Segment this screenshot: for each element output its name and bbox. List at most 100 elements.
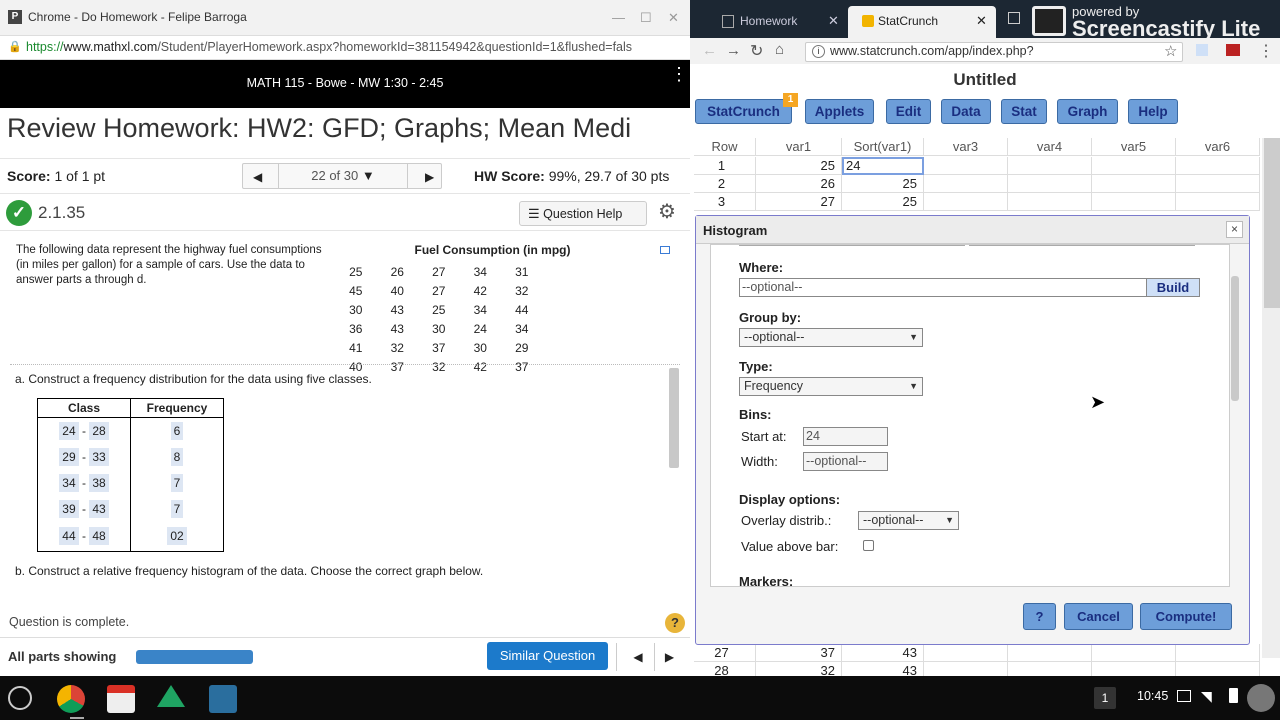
- overlay-select[interactable]: --optional-- ▼: [858, 511, 959, 530]
- extension-icon[interactable]: [1196, 44, 1208, 56]
- grid-cell[interactable]: [1176, 175, 1260, 193]
- maximize-icon[interactable]: ☐: [640, 10, 652, 26]
- column-header[interactable]: var1: [756, 138, 842, 156]
- url-bar[interactable]: 🔒 https://www.mathxl.com/Student/PlayerH…: [0, 36, 690, 60]
- grid-cell[interactable]: 25: [842, 175, 924, 193]
- menu-statcrunch[interactable]: StatCrunch: [695, 99, 792, 124]
- dialog-help-button[interactable]: ?: [1023, 603, 1056, 630]
- grid-cell[interactable]: [924, 157, 1008, 175]
- address-input[interactable]: i www.statcrunch.com/app/index.php?: [805, 42, 1183, 62]
- cancel-button[interactable]: Cancel: [1064, 603, 1133, 630]
- row-number[interactable]: 1: [694, 157, 756, 175]
- clock[interactable]: 10:45: [1137, 689, 1168, 703]
- grid-cell[interactable]: [924, 193, 1008, 211]
- menu-stat[interactable]: Stat: [1001, 99, 1047, 124]
- grid-cell[interactable]: [1092, 175, 1176, 193]
- row-number[interactable]: 28: [694, 662, 756, 676]
- grid-cell[interactable]: [1008, 644, 1092, 662]
- tab-statcrunch[interactable]: StatCrunch ✕: [848, 6, 996, 38]
- minimize-icon[interactable]: —: [612, 10, 625, 25]
- grid-cell[interactable]: [924, 662, 1008, 676]
- tab-homework[interactable]: Homework ✕: [700, 6, 848, 38]
- build-button[interactable]: Build: [1146, 278, 1200, 297]
- browser-menu-icon[interactable]: ⋮: [1258, 41, 1274, 61]
- chrome-icon[interactable]: [57, 685, 85, 713]
- wifi-icon[interactable]: ◥: [1201, 688, 1212, 705]
- more-menu-icon[interactable]: ⋮: [670, 65, 688, 83]
- grid-cell[interactable]: 26: [756, 175, 842, 193]
- home-icon[interactable]: ⌂: [775, 41, 784, 58]
- screencastify-extension-icon[interactable]: [1226, 44, 1240, 56]
- close-icon[interactable]: ✕: [668, 10, 679, 26]
- gear-icon[interactable]: ⚙: [658, 199, 676, 224]
- prev-question-icon[interactable]: ◀: [253, 170, 262, 184]
- type-select[interactable]: Frequency ▼: [739, 377, 923, 396]
- prev-part-icon[interactable]: ◀: [623, 643, 653, 671]
- row-number[interactable]: 3: [694, 193, 756, 211]
- menu-help[interactable]: Help: [1128, 99, 1178, 124]
- similar-question-button[interactable]: Similar Question: [487, 642, 608, 670]
- menu-graph[interactable]: Graph: [1057, 99, 1118, 124]
- next-question-icon[interactable]: ▶: [425, 170, 434, 184]
- grid-cell[interactable]: [1008, 662, 1092, 676]
- grid-cell[interactable]: 43: [842, 644, 924, 662]
- column-header[interactable]: var3: [924, 138, 1008, 156]
- scrollbar-thumb[interactable]: [1264, 138, 1280, 308]
- calculator-icon[interactable]: [209, 685, 237, 713]
- star-icon[interactable]: ☆: [1164, 42, 1177, 60]
- reload-icon[interactable]: ↻: [750, 41, 763, 61]
- grid-cell[interactable]: [924, 175, 1008, 193]
- grid-cell[interactable]: [1176, 193, 1260, 211]
- grid-cell[interactable]: 37: [756, 644, 842, 662]
- grid-cell[interactable]: [1008, 157, 1092, 175]
- close-tab-icon[interactable]: ✕: [828, 13, 839, 29]
- cast-icon[interactable]: [1177, 690, 1191, 702]
- gmail-icon[interactable]: [107, 685, 135, 713]
- battery-icon[interactable]: [1229, 688, 1238, 703]
- column-header[interactable]: var4: [1008, 138, 1092, 156]
- question-select[interactable]: 22 of 30 ▼: [278, 164, 408, 188]
- dialog-scrollbar[interactable]: [1231, 276, 1239, 401]
- grid-cell[interactable]: [1092, 157, 1176, 175]
- grid-cell[interactable]: [1008, 175, 1092, 193]
- grid-cell[interactable]: 32: [756, 662, 842, 676]
- drive-icon[interactable]: [157, 685, 185, 707]
- grid-cell[interactable]: 25: [842, 193, 924, 211]
- grid-cell[interactable]: [1092, 644, 1176, 662]
- group-by-select[interactable]: --optional-- ▼: [739, 328, 923, 347]
- new-tab-icon[interactable]: [1008, 12, 1020, 24]
- column-header[interactable]: var6: [1176, 138, 1260, 156]
- grid-cell[interactable]: [1176, 157, 1260, 175]
- next-part-icon[interactable]: ▶: [654, 643, 684, 671]
- notification-count[interactable]: 1: [1094, 687, 1116, 709]
- forward-icon[interactable]: →: [726, 42, 741, 59]
- grid-cell[interactable]: 24: [842, 157, 924, 175]
- popout-icon[interactable]: [660, 246, 670, 254]
- back-icon[interactable]: ←: [702, 42, 717, 59]
- grid-cell[interactable]: [924, 644, 1008, 662]
- row-number[interactable]: 27: [694, 644, 756, 662]
- question-help-button[interactable]: ☰ Question Help: [519, 201, 647, 226]
- column-header[interactable]: var5: [1092, 138, 1176, 156]
- menu-edit[interactable]: Edit: [886, 99, 931, 124]
- column-header[interactable]: Row: [694, 138, 756, 156]
- grid-cell[interactable]: [1176, 662, 1260, 676]
- grid-scrollbar[interactable]: [1262, 138, 1280, 658]
- menu-data[interactable]: Data: [941, 99, 991, 124]
- avatar[interactable]: [1247, 684, 1275, 712]
- grid-cell[interactable]: [1092, 193, 1176, 211]
- grid-cell[interactable]: [1176, 644, 1260, 662]
- grid-cell[interactable]: 25: [756, 157, 842, 175]
- column-header[interactable]: Sort(var1): [842, 138, 924, 156]
- content-scrollbar[interactable]: [669, 368, 679, 468]
- menu-applets[interactable]: Applets: [805, 99, 874, 124]
- close-tab-icon[interactable]: ✕: [976, 13, 987, 29]
- value-above-bar-checkbox[interactable]: [863, 540, 874, 551]
- grid-cell[interactable]: 43: [842, 662, 924, 676]
- row-number[interactable]: 2: [694, 175, 756, 193]
- where-input[interactable]: --optional--: [739, 278, 1147, 297]
- grid-cell[interactable]: [1008, 193, 1092, 211]
- help-icon[interactable]: ?: [665, 613, 685, 633]
- compute-button[interactable]: Compute!: [1140, 603, 1232, 630]
- grid-cell[interactable]: [1092, 662, 1176, 676]
